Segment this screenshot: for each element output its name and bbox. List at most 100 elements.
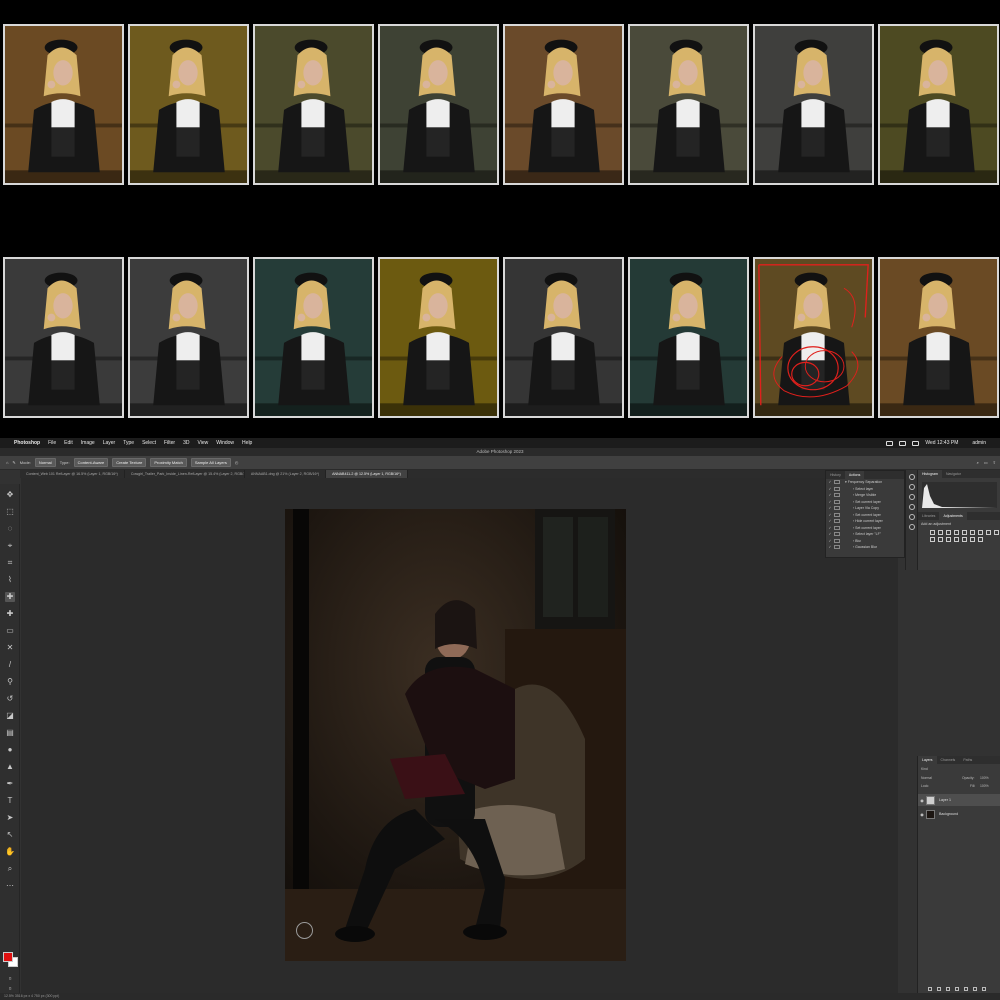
history-brush-tool-icon[interactable]: ↺ xyxy=(5,694,15,704)
tab-navigator[interactable]: Navigator xyxy=(942,470,965,478)
foreground-color-swatch[interactable] xyxy=(3,952,13,962)
bottom-row-thumbnail[interactable] xyxy=(378,257,499,418)
quick-mask-icon[interactable]: ▫ xyxy=(5,974,15,984)
dodge-tool-icon[interactable]: ▲ xyxy=(5,762,15,772)
menu-image[interactable]: Image xyxy=(81,440,95,446)
layer-row-layer-1[interactable]: ◉ Layer 1 xyxy=(918,794,1000,806)
bottom-row-thumbnail[interactable] xyxy=(753,257,874,418)
tab-paths[interactable]: Paths xyxy=(959,756,976,764)
tab-libraries[interactable]: Libraries xyxy=(918,512,939,520)
document-tab[interactable]: Content_Web 101 RefLayer @ 16.5% (Layer … xyxy=(20,470,125,478)
top-row-thumbnail[interactable] xyxy=(753,24,874,185)
dialog-toggle-icon[interactable] xyxy=(834,538,840,543)
menu-type[interactable]: Type xyxy=(123,440,134,446)
top-row-thumbnail[interactable] xyxy=(628,24,749,185)
gradient-map-adjustment-icon[interactable] xyxy=(978,537,983,542)
blur-tool-icon[interactable]: ● xyxy=(5,745,15,755)
wifi-icon[interactable] xyxy=(899,440,907,446)
hue-saturation-adjustment-icon[interactable] xyxy=(970,530,975,535)
selective-color-adjustment-icon[interactable] xyxy=(970,537,975,542)
dialog-toggle-icon[interactable] xyxy=(834,532,840,537)
tab-histogram[interactable]: Histogram xyxy=(918,470,942,478)
new-layer-icon[interactable] xyxy=(973,987,977,991)
info-icon[interactable] xyxy=(908,494,915,500)
mode-select[interactable]: Normal xyxy=(34,458,56,467)
app-menu[interactable]: Photoshop xyxy=(14,440,40,446)
vibrance-adjustment-icon[interactable] xyxy=(962,530,967,535)
menu-select[interactable]: Select xyxy=(142,440,156,446)
bottom-row-thumbnail[interactable] xyxy=(253,257,374,418)
fill-value[interactable]: 100% xyxy=(980,784,989,788)
home-icon[interactable]: ⌂ xyxy=(6,460,8,465)
photo-filter-adjustment-icon[interactable] xyxy=(994,530,999,535)
visibility-eye-icon[interactable]: ◉ xyxy=(918,812,926,817)
red-eye-tool-icon[interactable]: ✕ xyxy=(5,643,15,653)
canvas-area[interactable] xyxy=(21,478,898,993)
history-icon[interactable] xyxy=(908,474,915,480)
dialog-toggle-icon[interactable] xyxy=(834,519,840,524)
menu-window[interactable]: Window xyxy=(216,440,234,446)
check-icon[interactable]: ✓ xyxy=(826,544,834,551)
menu-filter[interactable]: Filter xyxy=(164,440,175,446)
bottom-row-thumbnail[interactable] xyxy=(3,257,124,418)
proximity-match-button[interactable]: Proximity Match xyxy=(150,458,187,467)
dialog-toggle-icon[interactable] xyxy=(834,499,840,504)
swatches-icon[interactable] xyxy=(908,514,915,520)
layer-row-background[interactable]: ◉ Background xyxy=(918,808,1000,820)
menu-layer[interactable]: Layer xyxy=(103,440,116,446)
link-layers-icon[interactable] xyxy=(928,987,932,991)
path-select-tool-icon[interactable]: ➤ xyxy=(5,813,15,823)
quick-select-tool-icon[interactable]: ⌖ xyxy=(5,541,15,551)
search-icon[interactable]: ⌕ xyxy=(977,460,979,465)
top-row-thumbnail[interactable] xyxy=(3,24,124,185)
dialog-toggle-icon[interactable] xyxy=(834,545,840,550)
tab-channels[interactable]: Channels xyxy=(937,756,960,764)
gradient-tool-icon[interactable]: ▤ xyxy=(5,728,15,738)
tab-layers[interactable]: Layers xyxy=(918,756,937,764)
document-tab[interactable]: ANNAAB1.dng @ 21% (Layer 2, RGB/16*) xyxy=(245,470,327,478)
clone-stamp-tool-icon[interactable]: ⚲ xyxy=(5,677,15,687)
bottom-row-thumbnail[interactable] xyxy=(503,257,624,418)
eraser-tool-icon[interactable]: ◪ xyxy=(5,711,15,721)
direct-select-tool-icon[interactable]: ↖ xyxy=(5,830,15,840)
tab-adjustments[interactable]: Adjustments xyxy=(939,512,967,520)
top-row-thumbnail[interactable] xyxy=(253,24,374,185)
menubar-clock[interactable]: Wed 12:43 PM xyxy=(925,440,958,446)
brush-settings-icon[interactable] xyxy=(908,504,915,510)
bottom-row-thumbnail[interactable] xyxy=(628,257,749,418)
dialog-toggle-icon[interactable] xyxy=(834,512,840,517)
pen-tool-icon[interactable]: ✒ xyxy=(5,779,15,789)
black-white-adjustment-icon[interactable] xyxy=(986,530,991,535)
create-texture-button[interactable]: Create Texture xyxy=(112,458,147,467)
menubar-user[interactable]: admin xyxy=(972,440,986,446)
properties-icon[interactable] xyxy=(908,524,915,530)
layer-filter-kind[interactable]: Kind xyxy=(921,767,928,771)
patch-tool-icon[interactable]: ▭ xyxy=(5,626,15,636)
workspace-icon[interactable]: ▭ xyxy=(984,460,988,465)
bottom-row-thumbnail[interactable] xyxy=(128,257,249,418)
posterize-adjustment-icon[interactable] xyxy=(954,537,959,542)
dialog-toggle-icon[interactable] xyxy=(834,493,840,498)
battery-icon[interactable] xyxy=(886,440,894,446)
move-tool-icon[interactable]: ✥ xyxy=(5,490,15,500)
share-icon[interactable]: ⇪ xyxy=(993,460,996,465)
type-tool-icon[interactable]: T xyxy=(5,796,15,806)
top-row-thumbnail[interactable] xyxy=(378,24,499,185)
tab-actions[interactable]: Actions xyxy=(844,471,865,479)
tool-preset-icon[interactable]: ✎ xyxy=(12,460,15,465)
top-row-thumbnail[interactable] xyxy=(503,24,624,185)
action-item[interactable]: ✓ › Gaussian Blur xyxy=(826,544,904,551)
more-tools-icon[interactable]: ⋯ xyxy=(5,881,15,891)
menu-file[interactable]: File xyxy=(48,440,56,446)
blend-mode-select[interactable]: Normal xyxy=(921,776,932,780)
spot-healing-tool-icon[interactable]: ✚ xyxy=(5,592,15,602)
layer-style-icon[interactable] xyxy=(937,987,941,991)
marquee-tool-icon[interactable]: ⬚ xyxy=(5,507,15,517)
menu-view[interactable]: View xyxy=(198,440,209,446)
color-balance-adjustment-icon[interactable] xyxy=(978,530,983,535)
hand-tool-icon[interactable]: ✋ xyxy=(5,847,15,857)
brightness-adjustment-icon[interactable] xyxy=(930,530,935,535)
new-group-icon[interactable] xyxy=(964,987,968,991)
opacity-value[interactable]: 100% xyxy=(980,776,989,780)
curves-adjustment-icon[interactable] xyxy=(946,530,951,535)
